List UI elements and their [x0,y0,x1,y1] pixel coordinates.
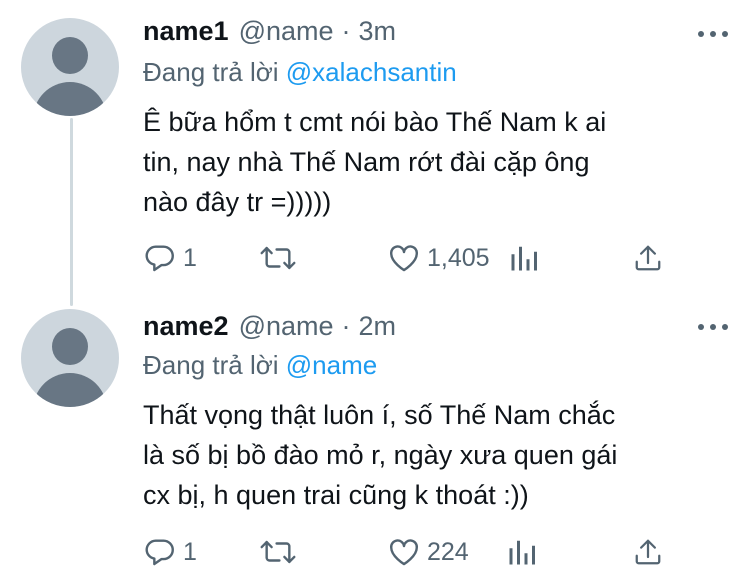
tweet-text-line: Thất vọng thật luôn í, số Thế Nam chắc [143,400,616,430]
display-name[interactable]: name1 [143,16,229,47]
replying-to-mention[interactable]: @xalachsantin [286,57,457,87]
reply-button[interactable]: 1 [143,238,197,278]
reply-button[interactable]: 1 [143,532,197,572]
thread-connector-line [70,118,73,306]
user-handle[interactable]: @name [239,311,334,342]
timestamp[interactable]: 2m [359,311,397,342]
like-count: 1,405 [427,243,490,272]
user-handle[interactable]: @name [239,16,334,47]
reply-count: 1 [183,537,197,566]
timestamp[interactable]: 3m [359,16,397,47]
tweet-text: Thất vọng thật luôn í, số Thế Nam chắc l… [143,395,733,515]
tweet-text-line: nào đây tr =))))) [143,187,332,217]
display-name[interactable]: name2 [143,311,229,342]
retweet-button[interactable] [259,532,297,572]
retweet-icon [260,540,296,564]
separator-dot: · [341,311,351,341]
reply-count: 1 [183,243,197,272]
retweet-icon [260,246,296,270]
share-upload-icon [635,539,661,565]
tweet-text: Ê bữa hổm t cmt nói bào Thế Nam k ai tin… [143,102,733,222]
tweet-header: name2 @name · 2m [143,311,396,342]
avatar-body-shape [33,82,107,116]
like-button[interactable]: 224 [387,532,469,572]
analytics-bars-icon [511,246,537,271]
more-dots-icon[interactable] [698,322,728,332]
more-dots-icon[interactable] [698,29,728,39]
replying-to-label: Đang trả lời [143,350,286,380]
tweet-actions: 1 224 [143,532,733,572]
replying-to: Đang trả lời @xalachsantin [143,57,457,88]
replying-to-label: Đang trả lời [143,57,286,87]
reply-bubble-icon [145,245,174,272]
like-button[interactable]: 1,405 [387,238,490,278]
avatar[interactable] [21,18,119,116]
tweet-text-line: cx bị, h quen trai cũng k thoát :)) [143,480,529,510]
avatar[interactable] [21,309,119,407]
tweet-text-line: là số bị bồ đào mỏ r, ngày xưa quen gái [143,440,618,470]
avatar-body-shape [33,373,107,407]
separator-dot: · [341,16,351,46]
share-upload-icon [635,245,661,271]
tweet-header: name1 @name · 3m [143,16,396,47]
analytics-bars-icon [509,540,535,565]
replying-to-mention[interactable]: @name [286,350,377,380]
tweet-text-line: Ê bữa hổm t cmt nói bào Thế Nam k ai [143,107,607,137]
like-count: 224 [427,537,469,566]
share-button[interactable] [633,238,663,278]
avatar-head-shape [52,37,88,74]
avatar-head-shape [52,328,88,365]
heart-icon [390,539,418,566]
retweet-button[interactable] [259,238,297,278]
analytics-button[interactable] [507,532,537,572]
reply-bubble-icon [145,539,174,566]
heart-icon [390,245,418,272]
tweet-actions: 1 1,405 [143,238,733,278]
analytics-button[interactable] [509,238,539,278]
share-button[interactable] [633,532,663,572]
tweet-text-line: tin, nay nhà Thế Nam rớt đài cặp ông [143,147,590,177]
replying-to: Đang trả lời @name [143,350,377,381]
